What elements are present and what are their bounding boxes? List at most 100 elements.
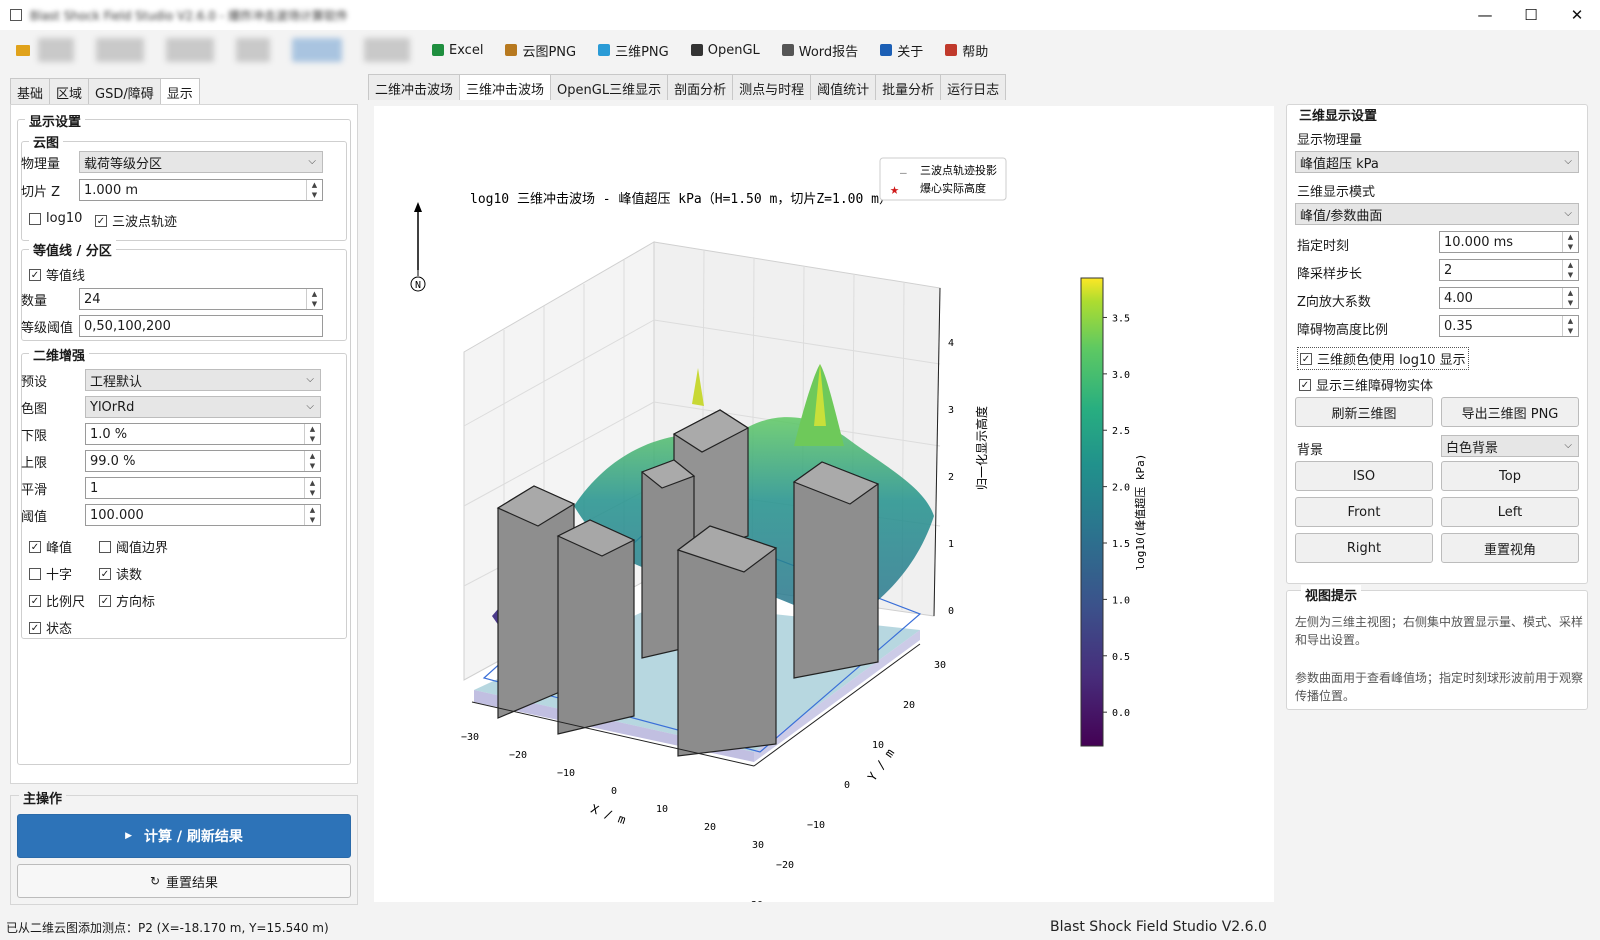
slice-z-input[interactable]: 1.000 m ▲ ▼	[79, 179, 323, 201]
time-input[interactable]: 10.000 ms ▲ ▼	[1439, 231, 1579, 253]
crosshair-checkbox[interactable]: 十字	[29, 564, 72, 583]
z-tick-label: 0	[948, 606, 954, 617]
3d-mode-select[interactable]: 峰值/参数曲面 ⌵	[1295, 203, 1579, 225]
3d-log10-label: 三维颜色使用 log10 显示	[1317, 353, 1466, 368]
status-bar: 已从二维云图添加测点：P2 (X=-18.170 m, Y=15.540 m) …	[0, 914, 1600, 940]
view-top-button[interactable]: Top	[1441, 461, 1579, 491]
toolbar-button-4[interactable]: Word报告	[781, 41, 858, 60]
upper-input[interactable]: 99.0 % ▲ ▼	[85, 450, 321, 472]
lower-input[interactable]: 1.0 % ▲ ▼	[85, 423, 321, 445]
spin-arrows-icon[interactable]: ▲ ▼	[1562, 232, 1578, 252]
spin-arrows-icon[interactable]: ▲ ▼	[304, 424, 320, 444]
toolbar-button-2[interactable]: 三维PNG	[598, 41, 669, 60]
toolbar-button-1[interactable]: 云图PNG	[505, 41, 576, 60]
tab-3d-field[interactable]: 三维冲击波场	[459, 74, 552, 100]
refresh-icon: ↻	[149, 874, 161, 888]
tab-log[interactable]: 运行日志	[940, 74, 1007, 100]
blurred-toolbar-button[interactable]	[236, 38, 270, 62]
view-right-button[interactable]: Right	[1295, 533, 1433, 563]
smooth-input[interactable]: 1 ▲ ▼	[85, 477, 321, 499]
compass-checkbox[interactable]: ✓ 方向标	[99, 591, 155, 610]
toolbar-button-label: Excel	[449, 42, 484, 58]
readout-checkbox[interactable]: ✓ 读数	[99, 564, 142, 583]
trace-checkbox[interactable]: ✓ 三波点轨迹	[95, 211, 177, 230]
refresh-3d-button[interactable]: 刷新三维图	[1295, 397, 1433, 427]
peak-checkbox[interactable]: ✓ 峰值	[29, 537, 72, 556]
title-bar: Blast Shock Field Studio V2.6.0 - 爆炸冲击波场…	[0, 0, 1600, 30]
show-obstacles-checkbox[interactable]: ✓ 显示三维障碍物实体	[1299, 375, 1433, 394]
obstacle-ratio-input[interactable]: 0.35 ▲ ▼	[1439, 315, 1579, 337]
count-row: 数量 24 ▲ ▼	[11, 288, 323, 310]
y-tick-label: 20	[903, 700, 915, 711]
export-3d-button[interactable]: 导出三维图 PNG	[1441, 397, 1579, 427]
zscale-input[interactable]: 4.00 ▲ ▼	[1439, 287, 1579, 309]
spin-arrows-icon[interactable]: ▲ ▼	[306, 180, 322, 200]
status-checkbox[interactable]: ✓ 状态	[29, 618, 72, 637]
blurred-toolbar-button[interactable]	[292, 38, 342, 62]
spin-arrows-icon[interactable]: ▲ ▼	[1562, 316, 1578, 336]
tab-display[interactable]: 显示	[159, 78, 200, 105]
tab-profile[interactable]: 剖面分析	[667, 74, 734, 100]
reset-view-button[interactable]: 重置视角	[1441, 533, 1579, 563]
app-window: Blast Shock Field Studio V2.6.0 - 爆炸冲击波场…	[0, 0, 1600, 940]
tab-basic[interactable]: 基础	[10, 78, 51, 104]
zscale-label: Z向放大系数	[1297, 295, 1371, 310]
cmap-select[interactable]: YlOrRd ⌵	[85, 396, 321, 418]
compute-button[interactable]: ▶ 计算 / 刷新结果	[17, 814, 351, 858]
3d-plot-canvas[interactable]: N log10 三维冲击波场 - 峰值超压 kPa（H=1.50 m，切片Z=1…	[374, 106, 1274, 911]
thresh-input[interactable]: 100.000 ▲ ▼	[85, 504, 321, 526]
spin-arrows-icon[interactable]: ▲ ▼	[304, 478, 320, 498]
view-left-button[interactable]: Left	[1441, 497, 1579, 527]
threshold-input[interactable]: 0,50,100,200	[79, 315, 323, 337]
blurred-toolbar-button[interactable]	[96, 38, 144, 62]
count-input[interactable]: 24 ▲ ▼	[79, 288, 323, 310]
scalebar-checkbox[interactable]: ✓ 比例尺	[29, 591, 85, 610]
blurred-toolbar-button[interactable]	[166, 38, 214, 62]
toolbar-button-label: OpenGL	[707, 42, 760, 58]
background-select[interactable]: 白色背景 ⌵	[1441, 435, 1579, 457]
blurred-toolbar-button[interactable]	[38, 38, 74, 62]
minimize-button[interactable]: —	[1462, 0, 1508, 30]
x-axis-label: X / m	[589, 802, 628, 828]
tab-gsd-obstacle[interactable]: GSD/障碍	[88, 78, 161, 104]
maximize-button[interactable]: ☐	[1508, 0, 1554, 30]
tab-opengl[interactable]: OpenGL三维显示	[550, 74, 669, 100]
plot-title: log10 三维冲击波场 - 峰值超压 kPa（H=1.50 m，切片Z=1.0…	[470, 191, 892, 207]
lower-label: 下限	[21, 428, 48, 444]
3d-quantity-select[interactable]: 峰值超压 kPa ⌵	[1295, 151, 1579, 173]
tab-batch[interactable]: 批量分析	[875, 74, 942, 100]
step-input[interactable]: 2 ▲ ▼	[1439, 259, 1579, 281]
chevron-down-icon: ⌵	[1564, 208, 1572, 219]
peak-label: 峰值	[46, 541, 73, 556]
3d-log10-checkbox[interactable]: ✓ 三维颜色使用 log10 显示	[1297, 347, 1469, 370]
view-iso-button[interactable]: ISO	[1295, 461, 1433, 491]
x-tick-label: −30	[461, 732, 479, 743]
threshold-boundary-label: 阈值边界	[116, 541, 169, 556]
toolbar-button-0[interactable]: Excel	[432, 41, 483, 60]
spin-arrows-icon[interactable]: ▲ ▼	[304, 451, 320, 471]
view-front-button[interactable]: Front	[1295, 497, 1433, 527]
preset-select[interactable]: 工程默认 ⌵	[85, 369, 321, 391]
tab-2d-field[interactable]: 二维冲击波场	[368, 74, 461, 100]
spin-arrows-icon[interactable]: ▲ ▼	[306, 289, 322, 309]
blurred-toolbar-button[interactable]	[364, 38, 410, 62]
folder-icon[interactable]	[16, 44, 30, 56]
tab-threshold-stats[interactable]: 阈值统计	[810, 74, 877, 100]
toolbar-button-5[interactable]: 关于	[880, 41, 923, 60]
spin-arrows-icon[interactable]: ▲ ▼	[1562, 288, 1578, 308]
contour-checkbox[interactable]: ✓ 等值线	[29, 265, 85, 284]
close-button[interactable]: ✕	[1554, 0, 1600, 30]
quantity-select[interactable]: 载荷等级分区 ⌵	[79, 151, 323, 173]
log10-checkbox[interactable]: log10	[29, 211, 82, 226]
spin-arrows-icon[interactable]: ▲ ▼	[304, 505, 320, 525]
toolbar-button-3[interactable]: OpenGL	[690, 41, 760, 60]
tab-region[interactable]: 区域	[49, 78, 90, 104]
tab-probes[interactable]: 测点与时程	[732, 74, 812, 100]
threshold-boundary-checkbox[interactable]: 阈值边界	[99, 537, 168, 556]
reset-button[interactable]: ↻ 重置结果	[17, 864, 351, 898]
spin-arrows-icon[interactable]: ▲ ▼	[1562, 260, 1578, 280]
obstacle-ratio-value: 0.35	[1444, 318, 1473, 334]
y-tick-label: −20	[776, 860, 794, 871]
slice-row: 切片 Z 1.000 m ▲ ▼	[11, 179, 323, 201]
toolbar-button-6[interactable]: 帮助	[945, 41, 988, 60]
